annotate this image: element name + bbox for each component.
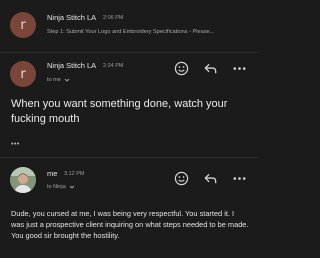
message-collapsed[interactable]: r Ninja Stitch LA 2:06 PM Step 1: Submit… bbox=[0, 0, 258, 52]
message-expanded: me 3:12 PM to Ninja Dude, you cursed at … bbox=[0, 158, 258, 258]
sender-name: me bbox=[47, 169, 58, 178]
avatar: r bbox=[10, 61, 36, 87]
chevron-down-icon bbox=[64, 77, 70, 83]
show-trimmed-content[interactable]: ••• bbox=[11, 141, 20, 148]
recipient-toggle[interactable]: to me bbox=[47, 77, 70, 83]
emoji-icon[interactable] bbox=[172, 169, 190, 187]
message-snippet: Step 1: Submit Your Logo and Embroidery … bbox=[47, 29, 215, 35]
message-body: When you want something done, watch your… bbox=[11, 98, 228, 125]
sender-name: Ninja Stitch LA bbox=[47, 13, 97, 22]
timestamp: 2:06 PM bbox=[103, 15, 124, 21]
message-body: Dude, you cursed at me, I was being very… bbox=[11, 209, 249, 240]
avatar: r bbox=[10, 12, 36, 38]
recipient-label: to Ninja bbox=[47, 184, 66, 190]
timestamp: 2:24 PM bbox=[103, 63, 124, 69]
reply-icon[interactable] bbox=[201, 59, 219, 77]
sender-name: Ninja Stitch LA bbox=[47, 61, 97, 70]
more-icon[interactable] bbox=[230, 169, 248, 187]
timestamp: 3:12 PM bbox=[64, 171, 85, 177]
chevron-down-icon bbox=[69, 184, 75, 190]
emoji-icon[interactable] bbox=[172, 59, 190, 77]
more-icon[interactable] bbox=[230, 59, 248, 77]
avatar bbox=[10, 167, 36, 193]
message-expanded: r Ninja Stitch LA 2:24 PM to me When you… bbox=[0, 53, 258, 163]
reply-icon[interactable] bbox=[201, 169, 219, 187]
recipient-toggle[interactable]: to Ninja bbox=[47, 184, 75, 190]
recipient-label: to me bbox=[47, 77, 61, 83]
